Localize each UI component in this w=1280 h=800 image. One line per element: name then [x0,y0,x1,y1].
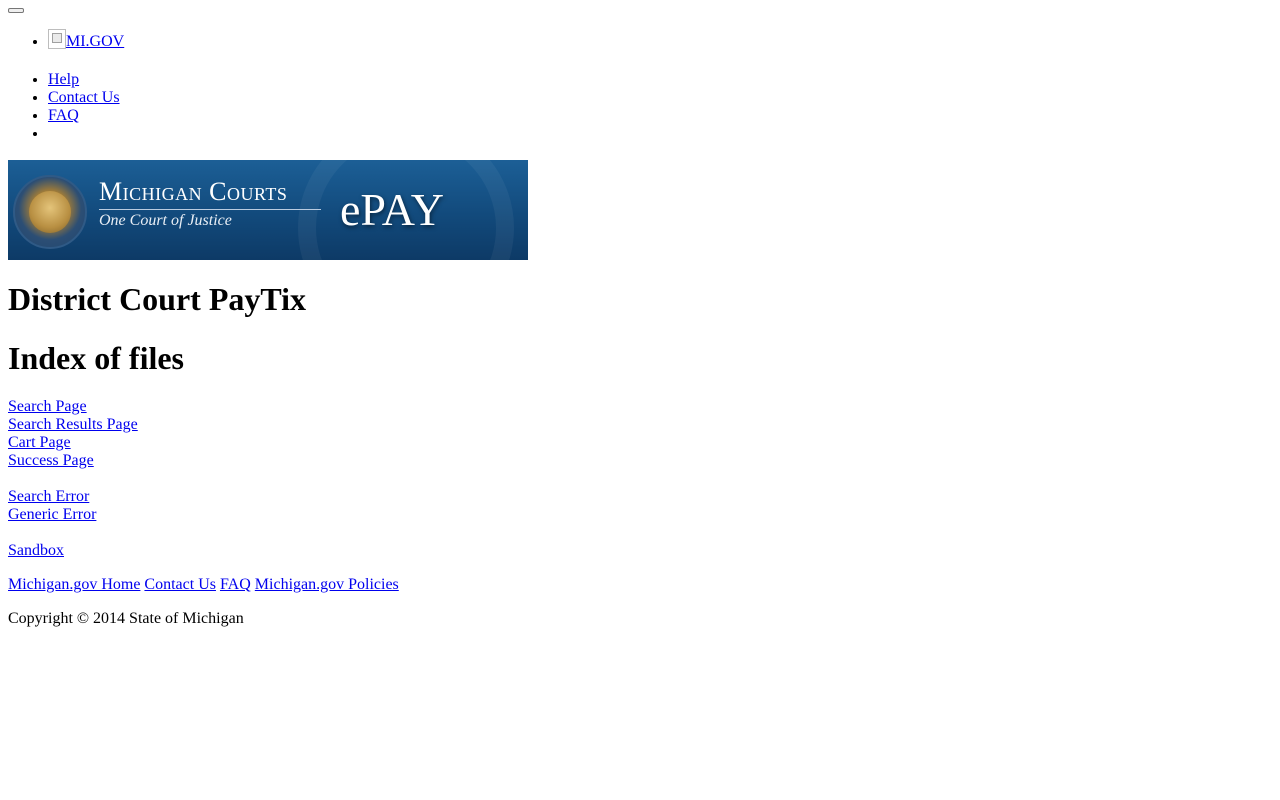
index-title: Index of files [8,340,184,376]
success-page-link[interactable]: Success Page [8,452,1272,470]
sandbox-link[interactable]: Sandbox [8,542,1272,560]
page: MI.GOV Help Contact Us FAQ Michigan Cour… [0,0,1280,628]
brand-item: MI.GOV [48,29,1272,55]
utility-item-contact: Contact Us [48,89,1272,107]
brand-nav: MI.GOV [8,29,1272,55]
footer-michigan-gov-home-link[interactable]: Michigan.gov Home [8,576,140,593]
mi-gov-label: MI.GOV [66,33,125,50]
banner-title: Michigan Courts [99,177,288,206]
banner-product: ePAY [340,184,444,235]
file-index: Search Page Search Results Page Cart Pag… [8,398,1272,560]
footer-contact-us-link[interactable]: Contact Us [144,576,216,593]
page-title: District Court PayTix [8,281,307,317]
epay-banner: Michigan Courts One Court of Justice ePA… [8,160,528,260]
utility-nav: Help Contact Us FAQ [8,71,1272,143]
contact-us-link[interactable]: Contact Us [48,89,120,106]
generic-error-link[interactable]: Generic Error [8,506,1272,524]
banner-divider [99,209,321,210]
search-results-page-link[interactable]: Search Results Page [8,416,1272,434]
footer-nav: Michigan.gov Home Contact Us FAQ Michiga… [8,576,1272,594]
broken-image-icon [48,29,66,49]
search-error-link[interactable]: Search Error [8,488,1272,506]
cart-page-link[interactable]: Cart Page [8,434,1272,452]
banner-subtitle: One Court of Justice [99,212,232,229]
footer-faq-link[interactable]: FAQ [220,576,251,593]
copyright: Copyright © 2014 State of Michigan [8,610,244,627]
mi-gov-link[interactable]: MI.GOV [48,29,125,50]
utility-item-help: Help [48,71,1272,89]
search-page-link[interactable]: Search Page [8,398,1272,416]
footer-policies-link[interactable]: Michigan.gov Policies [255,576,399,593]
utility-item-empty [48,125,1272,143]
menu-toggle-button[interactable] [8,8,24,13]
utility-item-faq: FAQ [48,107,1272,125]
faq-link[interactable]: FAQ [48,107,79,124]
help-link[interactable]: Help [48,71,79,88]
michigan-seal-icon [13,175,87,249]
